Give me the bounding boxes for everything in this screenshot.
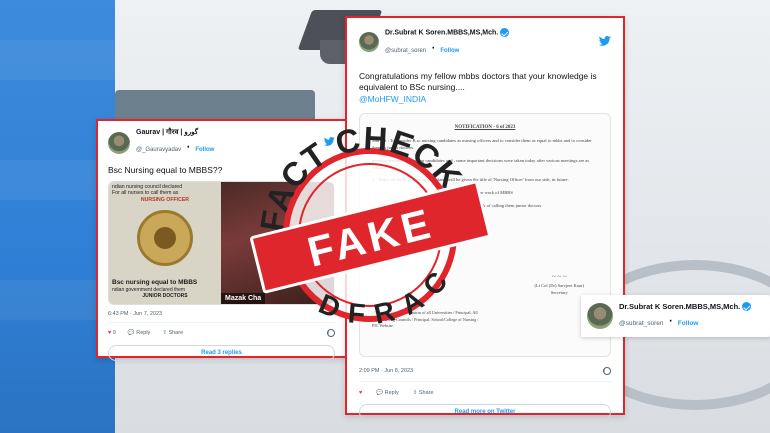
divider [359,381,611,383]
play-icon[interactable] [263,231,287,256]
mention-link[interactable]: @MoHFW_INDIA [359,94,426,104]
tweet-timestamp[interactable]: 2:09 PM · Jun 8, 2023 [359,368,413,374]
embedded-tweet-subrat: Dr.Subrat K Soren.MBBS,MS,Mch. @subrat_s… [345,16,625,421]
handle[interactable]: @_Gauravyadav [136,147,181,153]
tweet-text: Congratulations my fellow mbbs doctors t… [359,70,597,104]
document-subject: Sub Ect : To consider B.sc nursing candi… [372,137,592,150]
divider [108,321,335,323]
handle[interactable]: @subrat_soren [385,48,426,54]
avatar[interactable] [359,32,379,53]
handle[interactable]: @subrat_soren [619,320,664,327]
reply-button[interactable]: 💬 Reply [376,390,398,396]
avatar[interactable] [587,303,613,329]
tweet-actions: ♥ 9 💬 Reply ⇪ Share i [108,328,335,337]
read-replies-button[interactable]: Read 3 replies [108,344,335,361]
reply-icon: 💬 [127,329,135,336]
heart-icon: ♥ [359,390,363,397]
share-icon: ⇪ [162,329,167,336]
video-thumbnail[interactable]: Mazak Cha [221,181,334,304]
tweet-actions: ♥ 💬 Reply ⇪ Share [359,390,611,396]
heart-icon: ♥ [108,329,112,336]
embedded-tweet-gaurav: Gaurav | गौरव | گورو @_Gauravyadav · Fol… [96,119,347,361]
avatar[interactable] [108,131,130,154]
share-icon: ⇪ [412,390,418,397]
verified-badge-icon [500,28,510,37]
like-button[interactable]: ♥ 9 [108,330,116,336]
tweet-timestamp[interactable]: 6:43 PM · Jun 7, 2023 [108,311,335,317]
tweet-header: Dr.Subrat K Soren.MBBS,MS,Mch. @subrat_s… [359,28,611,57]
bird-icon[interactable] [598,36,611,49]
profile-card[interactable]: Dr.Subrat K Soren.MBBS,MS,Mch. @subrat_s… [581,295,770,337]
notification-document-image[interactable]: NOTIFICATION - 6 of 2023 Sub Ect : To co… [359,113,611,358]
read-more-button[interactable]: Read more on Twitter [359,404,611,421]
tweet-media[interactable]: ndian nursing council declared For all n… [108,180,335,305]
info-icon[interactable]: i [327,328,335,337]
share-button[interactable]: ⇪ Share [413,390,434,396]
follow-button[interactable]: Follow [440,48,459,54]
bird-icon[interactable] [323,136,335,149]
tweet-header: Gaurav | गौरव | گورو @_Gauravyadav · Fol… [108,129,335,157]
nursing-council-image: ndian nursing council declared For all n… [109,181,221,304]
document-title: NOTIFICATION - 6 of 2023 [454,125,516,131]
reply-icon: 💬 [376,390,384,397]
display-name[interactable]: Gaurav | गौरव | گورو [136,129,318,137]
verified-badge-icon [742,302,752,312]
reply-button[interactable]: 💬 Reply [128,330,150,336]
follow-button[interactable]: Follow [195,147,214,153]
video-caption: Mazak Cha [221,292,266,304]
follow-button[interactable]: Follow [678,320,699,327]
display-name[interactable]: Dr.Subrat K Soren.MBBS,MS,Mch. [619,302,740,311]
document-signature: ~ ~ ~ (Lt Col (Dr) Sarvjeet Kaur) Secret… [534,273,584,295]
info-icon[interactable]: i [603,367,611,376]
nursing-council-seal [137,209,193,266]
tweet-text: Bsc Nursing equal to MBBS?? [108,164,223,175]
share-button[interactable]: ⇪ Share [162,330,183,336]
like-button[interactable]: ♥ [359,390,362,396]
display-name[interactable]: Dr.Subrat K Soren.MBBS,MS,Mch. [385,29,498,36]
